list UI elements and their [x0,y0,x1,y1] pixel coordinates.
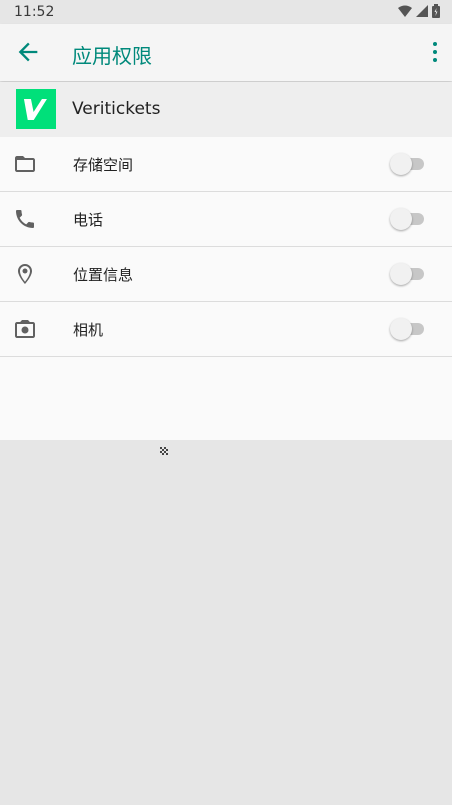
status-icons [398,4,440,18]
toggle-thumb [390,263,412,285]
toggle-thumb [390,318,412,340]
back-arrow-icon [18,42,38,62]
signal-icon [416,5,428,17]
phone-icon [13,207,37,231]
scroll-indicator [160,440,168,455]
storage-toggle[interactable] [390,153,426,175]
permission-label: 电话 [73,211,104,229]
permission-row-phone[interactable]: 电话 [0,192,452,247]
permission-row-camera[interactable]: 相机 [0,302,452,357]
app-bar: 应用权限 [0,24,452,81]
page-title: 应用权限 [72,44,152,68]
location-pin-icon [13,262,37,286]
back-button[interactable] [14,38,42,66]
wifi-icon [398,5,412,17]
phone-toggle[interactable] [390,208,426,230]
toggle-thumb [390,208,412,230]
permission-label: 存储空间 [73,156,134,174]
more-options-button[interactable] [432,40,438,64]
battery-icon [432,4,440,18]
app-logo-mark [23,99,47,120]
app-header: Veritickets [0,82,452,137]
toggle-thumb [390,153,412,175]
status-time: 11:52 [14,4,55,20]
camera-icon [13,317,37,341]
permission-row-location[interactable]: 位置信息 [0,247,452,302]
more-vert-icon [433,42,437,62]
permission-list: 存储空间 电话 位置信息 相机 [0,137,452,440]
status-bar: 11:52 [0,0,452,24]
app-name: Veritickets [72,99,161,119]
camera-toggle[interactable] [390,318,426,340]
permission-label: 相机 [73,321,104,339]
permission-row-storage[interactable]: 存储空间 [0,137,452,192]
app-logo [16,89,56,129]
permission-label: 位置信息 [73,266,134,284]
folder-icon [13,152,37,176]
location-toggle[interactable] [390,263,426,285]
